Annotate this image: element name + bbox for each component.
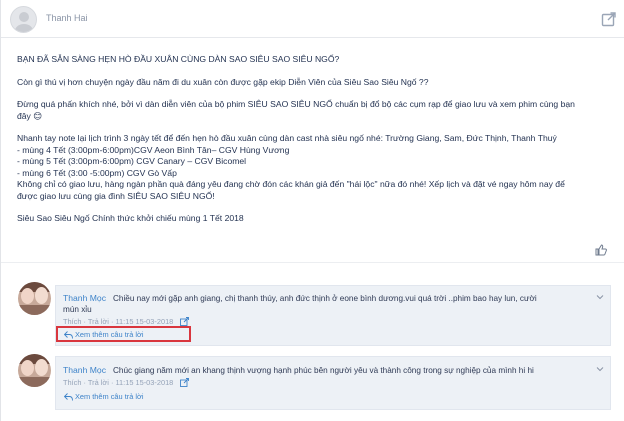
comment-meta[interactable]: Thích · Trả lời · 11:15 15-03-2018	[63, 317, 173, 326]
comment-text: mún xỉu	[63, 305, 92, 314]
comment-box: Thanh Mọc Chúc giang năm mới an khang th…	[55, 356, 611, 410]
author-name[interactable]: Thanh Hai	[46, 13, 88, 23]
comment-meta[interactable]: Thích · Trả lời · 11:15 15-03-2018	[63, 378, 173, 387]
view-more-replies-label: Xem thêm câu trả lời	[75, 392, 144, 401]
external-link-icon[interactable]	[601, 11, 617, 27]
reply-icon	[64, 393, 73, 401]
post-line: BẠN ĐÃ SẴN SÀNG HẸN HÒ ĐẦU XUÂN CÙNG DÀN…	[17, 54, 340, 64]
post-header: Thanh Hai	[1, 0, 624, 38]
post-line: - mùng 4 Tết (3:00pm-6:00pm)CGV Aeon Bìn…	[17, 144, 290, 155]
avatar-face	[35, 287, 48, 304]
post-line: được giao lưu cùng gia đình SIÊU SAO SIÊ…	[17, 190, 215, 201]
comment-text: Chiều nay mới gặp anh giang, chị thanh t…	[113, 294, 537, 303]
avatar-face	[21, 360, 34, 376]
commenter-avatar[interactable]	[18, 282, 51, 315]
commenter-name[interactable]: Thanh Mọc	[63, 293, 106, 303]
avatar-body	[18, 377, 51, 387]
view-more-replies-link[interactable]: Xem thêm câu trả lời	[64, 392, 184, 402]
chevron-down-icon[interactable]	[596, 365, 604, 373]
comment-text: Chúc giang năm mới an khang thịnh vượng …	[113, 366, 534, 375]
chevron-down-icon[interactable]	[596, 293, 604, 301]
post-body: BẠN ĐÃ SẴN SÀNG HẸN HÒ ĐẦU XUÂN CÙNG DÀN…	[17, 54, 613, 225]
external-link-icon[interactable]	[180, 378, 189, 387]
post-card: Thanh Hai BẠN ĐÃ SẴN SÀNG HẸN HÒ ĐẦU XUÂ…	[0, 0, 624, 421]
like-icon[interactable]	[595, 244, 607, 256]
post-line: - mùng 6 Tết (3:00 -5:00pm) CGV Gò Vấp	[17, 167, 177, 178]
post-line: Nhanh tay note lại lịch trình 3 ngày tết…	[17, 133, 557, 143]
post-line: Không chỉ có giao lưu, hàng ngàn phần qu…	[17, 179, 565, 189]
avatar-face	[35, 359, 48, 376]
divider	[1, 262, 624, 263]
avatar-face	[21, 288, 34, 304]
author-avatar[interactable]	[10, 6, 37, 33]
commenter-avatar[interactable]	[18, 354, 51, 387]
post-line: Đừng quá phấn khích nhé, bởi vì dàn diễn…	[17, 99, 575, 109]
commenter-name[interactable]: Thanh Mọc	[63, 365, 106, 375]
post-line: đây 😊	[17, 110, 43, 121]
external-link-icon[interactable]	[180, 317, 189, 326]
highlight-box	[56, 326, 191, 342]
post-line: - mùng 5 Tết (3:00pm-6:00pm) CGV Canary …	[17, 156, 247, 166]
avatar-body	[18, 305, 51, 315]
post-line: Còn gì thú vị hơn chuyện ngày đầu năm đi…	[17, 76, 429, 87]
post-line: Siêu Sao Siêu Ngố Chính thức khởi chiếu …	[17, 213, 244, 223]
